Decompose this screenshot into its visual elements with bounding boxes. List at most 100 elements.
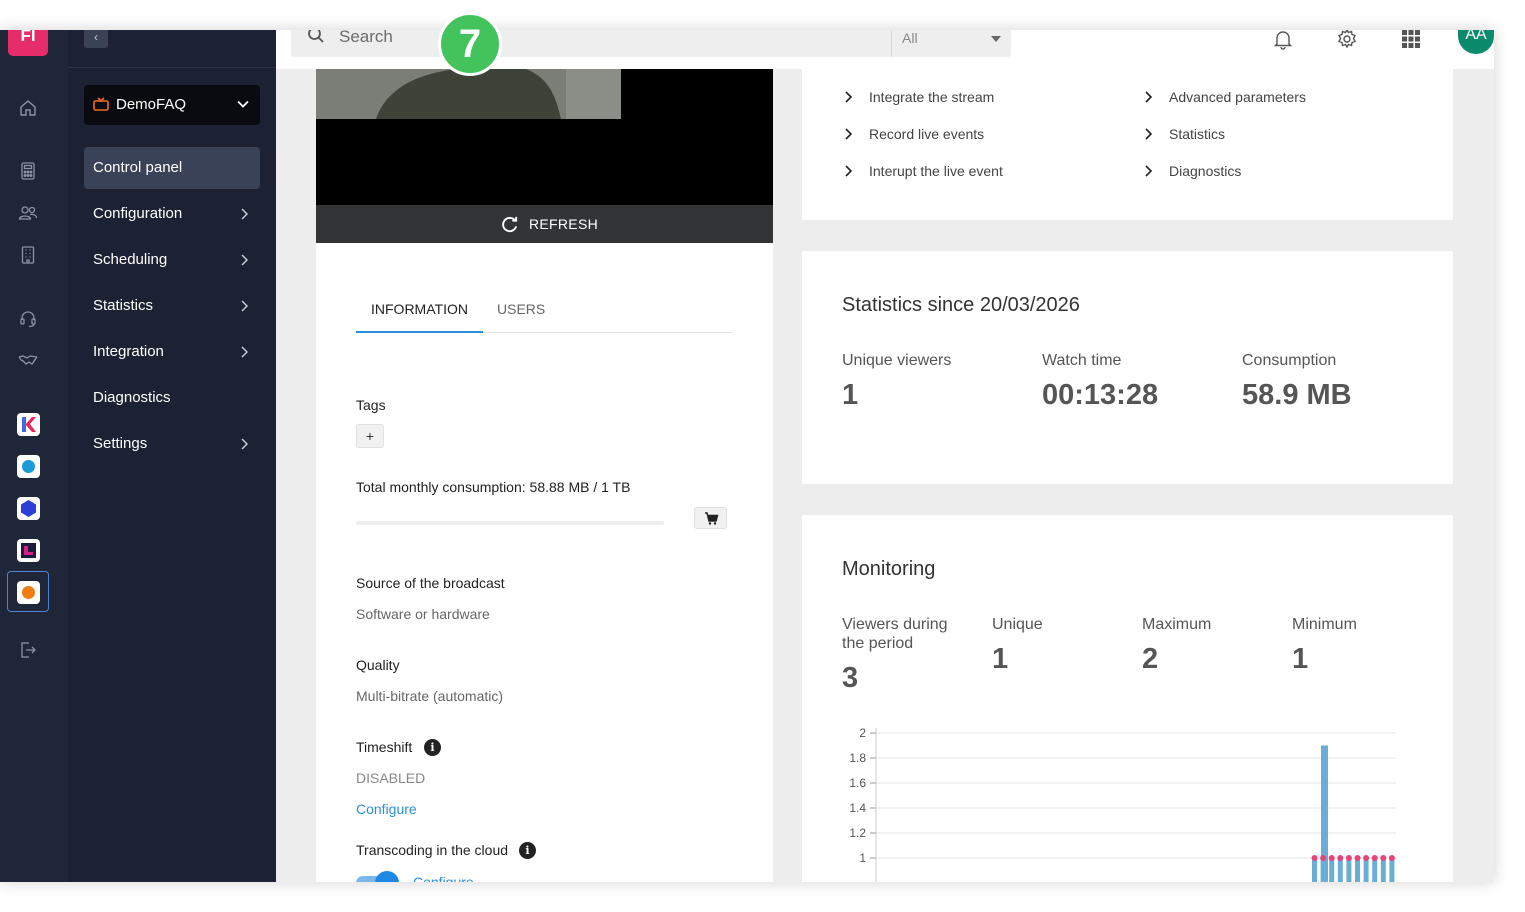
gear-icon[interactable] xyxy=(1336,30,1360,52)
chart-bar xyxy=(1346,858,1352,882)
logout-icon[interactable] xyxy=(16,638,40,662)
refresh-button[interactable]: REFRESH xyxy=(316,205,773,243)
chart-point xyxy=(1328,855,1335,861)
stat-label: Maximum xyxy=(1142,616,1212,633)
app-target-icon[interactable] xyxy=(17,455,40,478)
chevron-right-icon xyxy=(241,300,248,312)
search-input[interactable] xyxy=(339,30,859,47)
video-frame xyxy=(316,69,621,119)
home-icon[interactable] xyxy=(16,96,40,120)
search-scope-value: All xyxy=(902,30,918,46)
app-stream-icon[interactable] xyxy=(17,581,40,604)
icon-rail: FI xyxy=(0,30,68,882)
sidebar-item-integration[interactable]: Integration xyxy=(84,331,260,373)
stat-value: 00:13:28 xyxy=(1042,379,1159,411)
cart-button[interactable] xyxy=(694,507,727,529)
tab-label: INFORMATION xyxy=(371,301,468,317)
stat-value: 2 xyxy=(1142,643,1159,675)
consumption-label: Total monthly consumption: 58.88 MB / 1 … xyxy=(356,479,631,495)
stat-label: Unique viewers xyxy=(842,352,952,369)
transcoding-configure-link[interactable]: Configure xyxy=(413,874,474,882)
tab-information[interactable]: INFORMATION xyxy=(356,301,483,333)
chart-y-tick-label: 1.4 xyxy=(849,801,866,815)
refresh-icon xyxy=(502,216,518,233)
app-cube-icon[interactable] xyxy=(17,497,40,520)
sidebar-item-label: Diagnostics xyxy=(93,389,171,406)
chevron-right-icon xyxy=(241,208,248,220)
monitoring-chart: 2 1.8 1.6 1.4 1.2 1 xyxy=(830,700,1410,882)
video-player[interactable] xyxy=(316,69,773,205)
add-tag-button[interactable]: + xyxy=(356,424,384,448)
link-label: Statistics xyxy=(1169,126,1226,142)
chart-bar xyxy=(1329,858,1335,882)
chart-point xyxy=(1354,855,1361,861)
toggle-knob xyxy=(375,871,399,882)
transcoding-toggle[interactable] xyxy=(356,871,400,882)
user-avatar[interactable]: AA xyxy=(1458,30,1494,54)
headset-icon[interactable] xyxy=(16,307,40,331)
chart-point xyxy=(1371,855,1378,861)
chart-bar xyxy=(1320,858,1326,882)
timeshift-label: Timeshift xyxy=(356,739,413,755)
link-label: Interupt the live event xyxy=(869,163,1003,179)
chart-bar xyxy=(1363,858,1369,882)
chart-point xyxy=(1337,855,1344,861)
chart-y-tick-label: 1.2 xyxy=(849,826,866,840)
chevron-right-icon xyxy=(241,438,248,450)
sidebar-item-statistics[interactable]: Statistics xyxy=(84,285,260,327)
step-badge: 7 xyxy=(438,12,502,76)
users-icon[interactable] xyxy=(16,201,40,225)
sidebar-item-scheduling[interactable]: Scheduling xyxy=(84,239,260,281)
service-selector[interactable]: DemoFAQ xyxy=(84,85,260,125)
timeshift-value: DISABLED xyxy=(356,770,426,786)
sidebar-item-label: Statistics xyxy=(93,297,154,314)
stat-label: Unique xyxy=(992,616,1043,633)
info-icon[interactable]: i xyxy=(519,842,536,859)
chart-bar xyxy=(1312,858,1317,882)
source-label: Source of the broadcast xyxy=(356,575,505,591)
app-l-icon[interactable] xyxy=(17,539,40,562)
refresh-label: REFRESH xyxy=(529,216,598,232)
apps-grid-icon[interactable] xyxy=(1400,30,1424,52)
chart-point xyxy=(1380,855,1387,861)
chart-bar xyxy=(1380,858,1386,882)
calculator-icon[interactable] xyxy=(16,159,40,183)
sidebar-item-control-panel[interactable]: Control panel xyxy=(84,147,260,189)
collapse-sidebar-button[interactable]: ‹ xyxy=(84,30,108,48)
timeshift-configure-link[interactable]: Configure xyxy=(356,801,417,817)
information-card: INFORMATION USERS Tags + Total monthly c… xyxy=(316,243,773,882)
stat-label: Viewers during the period xyxy=(842,616,948,652)
tab-users[interactable]: USERS xyxy=(497,301,545,333)
chart-point xyxy=(1345,855,1352,861)
search-scope-select[interactable]: All xyxy=(891,30,1011,57)
transcoding-label: Transcoding in the cloud xyxy=(356,842,509,858)
bell-icon[interactable] xyxy=(1272,30,1296,52)
info-icon[interactable]: i xyxy=(424,739,441,756)
link-label: Record live events xyxy=(869,126,985,142)
quick-links-card: Integrate the stream Record live events … xyxy=(802,69,1453,220)
handshake-icon[interactable] xyxy=(16,348,40,372)
chart-point xyxy=(1388,855,1395,861)
sidebar-item-configuration[interactable]: Configuration xyxy=(84,193,260,235)
stat-value: 58.9 MB xyxy=(1242,379,1352,411)
chevron-right-icon xyxy=(1145,128,1152,140)
chevron-right-icon xyxy=(241,254,248,266)
link-label: Integrate the stream xyxy=(869,89,995,105)
chevron-right-icon xyxy=(1145,91,1152,103)
sidebar-item-label: Scheduling xyxy=(93,251,168,268)
chevron-right-icon xyxy=(845,165,852,177)
chart-point xyxy=(1311,855,1318,861)
chart-bar xyxy=(1337,858,1343,882)
cart-icon xyxy=(705,512,719,525)
monitoring-chart-svg: 2 1.8 1.6 1.4 1.2 1 xyxy=(849,726,1396,882)
sidebar-item-settings[interactable]: Settings xyxy=(84,423,260,465)
building-icon[interactable] xyxy=(16,243,40,267)
sidebar-item-label: Integration xyxy=(93,343,164,360)
quality-label: Quality xyxy=(356,657,400,673)
sidebar-item-diagnostics[interactable]: Diagnostics xyxy=(84,377,260,419)
nav-top-bar: ‹ xyxy=(68,30,276,68)
app-k-icon[interactable] xyxy=(17,413,40,436)
chart-point xyxy=(1320,855,1327,861)
brand-logo[interactable]: FI xyxy=(8,30,48,56)
caret-down-icon xyxy=(991,36,1001,42)
